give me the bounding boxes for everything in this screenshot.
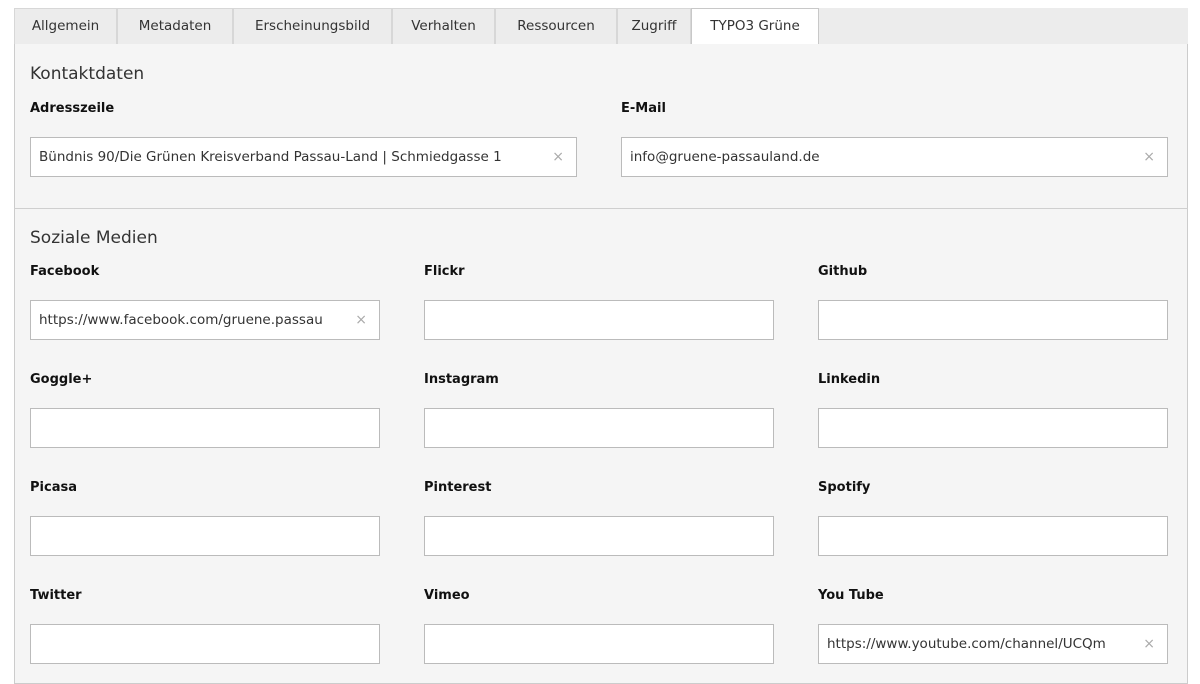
youtube-field[interactable]: https://www.youtube.com/channel/UCQm ×: [818, 624, 1168, 664]
linkedin-label: Linkedin: [818, 372, 881, 387]
tab-ressourcen[interactable]: Ressourcen: [495, 8, 617, 44]
tab-bar: Allgemein Metadaten Erscheinungsbild Ver…: [14, 8, 1188, 45]
close-icon[interactable]: ×: [552, 138, 564, 176]
address-label: Adresszeile: [30, 101, 115, 116]
instagram-label: Instagram: [424, 372, 499, 387]
tab-zugriff[interactable]: Zugriff: [617, 8, 691, 44]
section-divider: [14, 208, 1188, 209]
close-icon[interactable]: ×: [1143, 625, 1155, 663]
facebook-label: Facebook: [30, 264, 100, 279]
spotify-label: Spotify: [818, 480, 871, 495]
email-value: info@gruene-passauland.de: [630, 149, 820, 165]
tab-typo3-gruene[interactable]: TYPO3 Grüne: [691, 8, 819, 45]
address-value: Bündnis 90/Die Grünen Kreisverband Passa…: [39, 149, 502, 165]
picasa-field[interactable]: [30, 516, 380, 556]
tab-erscheinungsbild[interactable]: Erscheinungsbild: [233, 8, 392, 44]
github-field[interactable]: [818, 300, 1168, 340]
instagram-field[interactable]: [424, 408, 774, 448]
section-title-kontaktdaten: Kontaktdaten: [30, 64, 145, 84]
email-field[interactable]: info@gruene-passauland.de ×: [621, 137, 1168, 177]
youtube-label: You Tube: [818, 588, 884, 603]
spotify-field[interactable]: [818, 516, 1168, 556]
youtube-value: https://www.youtube.com/channel/UCQm: [827, 636, 1106, 652]
address-field[interactable]: Bündnis 90/Die Grünen Kreisverband Passa…: [30, 137, 577, 177]
picasa-label: Picasa: [30, 480, 77, 495]
flickr-field[interactable]: [424, 300, 774, 340]
googleplus-field[interactable]: [30, 408, 380, 448]
pinterest-label: Pinterest: [424, 480, 492, 495]
vimeo-field[interactable]: [424, 624, 774, 664]
github-label: Github: [818, 264, 868, 279]
vimeo-label: Vimeo: [424, 588, 470, 603]
facebook-field[interactable]: https://www.facebook.com/gruene.passau ×: [30, 300, 380, 340]
section-title-soziale-medien: Soziale Medien: [30, 228, 158, 248]
facebook-value: https://www.facebook.com/gruene.passau: [39, 312, 323, 328]
pinterest-field[interactable]: [424, 516, 774, 556]
close-icon[interactable]: ×: [1143, 138, 1155, 176]
flickr-label: Flickr: [424, 264, 465, 279]
tab-metadaten[interactable]: Metadaten: [117, 8, 233, 44]
twitter-field[interactable]: [30, 624, 380, 664]
tab-allgemein[interactable]: Allgemein: [14, 8, 117, 44]
linkedin-field[interactable]: [818, 408, 1168, 448]
email-label: E-Mail: [621, 101, 666, 116]
googleplus-label: Goggle+: [30, 372, 93, 387]
tab-verhalten[interactable]: Verhalten: [392, 8, 495, 44]
twitter-label: Twitter: [30, 588, 82, 603]
close-icon[interactable]: ×: [355, 301, 367, 339]
